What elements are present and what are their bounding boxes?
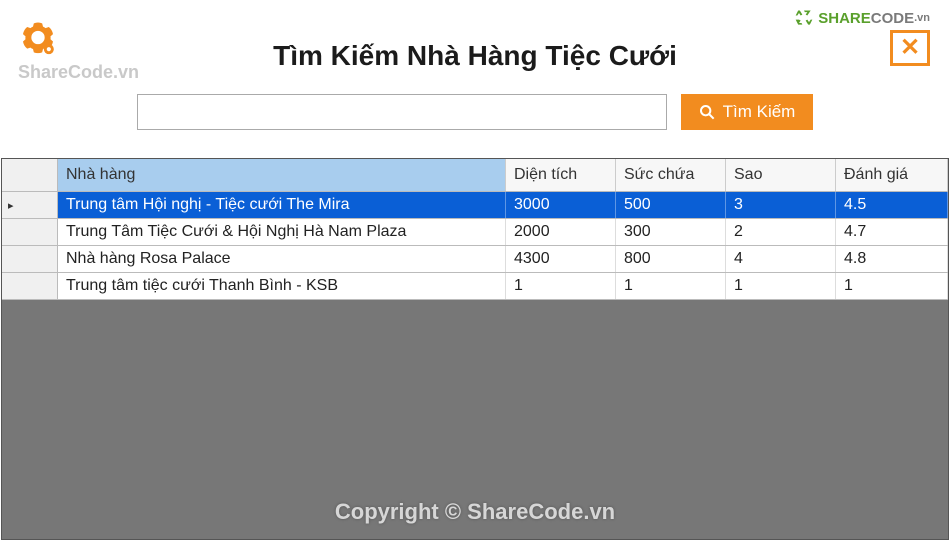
col-header-area[interactable]: Diện tích: [506, 159, 616, 191]
grid-body: ▸Trung tâm Hội nghị - Tiệc cưới The Mira…: [2, 192, 948, 300]
cell-star: 4: [726, 246, 836, 272]
logo-text-share: SHARE: [818, 10, 871, 27]
cell-star: 2: [726, 219, 836, 245]
cell-area: 4300: [506, 246, 616, 272]
cell-rating: 4.5: [836, 192, 948, 218]
row-indicator: [2, 219, 58, 245]
table-row[interactable]: Nhà hàng Rosa Palace430080044.8: [2, 246, 948, 273]
cell-name: Trung tâm Hội nghị - Tiệc cưới The Mira: [58, 192, 506, 218]
results-grid: Nhà hàng Diện tích Sức chứa Sao Đánh giá…: [1, 158, 949, 540]
col-header-rating[interactable]: Đánh giá: [836, 159, 948, 191]
col-header-name[interactable]: Nhà hàng: [58, 159, 506, 191]
cell-area: 3000: [506, 192, 616, 218]
search-button-label: Tìm Kiếm: [723, 102, 796, 122]
settings-gear-icon: [18, 20, 58, 60]
cell-star: 1: [726, 273, 836, 299]
cell-capacity: 500: [616, 192, 726, 218]
cell-capacity: 300: [616, 219, 726, 245]
recycle-icon: [794, 8, 814, 28]
search-button[interactable]: Tìm Kiếm: [681, 94, 814, 130]
row-indicator: ▸: [2, 192, 58, 218]
logo-text-code: CODE: [871, 10, 914, 27]
sharecode-logo: SHARECODE.vn: [794, 8, 930, 28]
cell-rating: 4.8: [836, 246, 948, 272]
watermark-top: ShareCode.vn: [18, 62, 139, 83]
cell-capacity: 1: [616, 273, 726, 299]
search-input[interactable]: [137, 94, 667, 130]
logo-text-vn: .vn: [914, 12, 930, 24]
grid-header-row: Nhà hàng Diện tích Sức chứa Sao Đánh giá: [2, 159, 948, 192]
cell-name: Trung Tâm Tiệc Cưới & Hội Nghị Hà Nam Pl…: [58, 219, 506, 245]
row-indicator: [2, 273, 58, 299]
cell-rating: 4.7: [836, 219, 948, 245]
col-header-capacity[interactable]: Sức chứa: [616, 159, 726, 191]
header: ShareCode.vn SHARECODE.vn ✕ Tìm Kiếm Nhà…: [0, 0, 950, 150]
table-row[interactable]: ▸Trung tâm Hội nghị - Tiệc cưới The Mira…: [2, 192, 948, 219]
row-indicator: [2, 246, 58, 272]
page-title: Tìm Kiếm Nhà Hàng Tiệc Cưới: [20, 40, 930, 72]
cell-name: Nhà hàng Rosa Palace: [58, 246, 506, 272]
cell-star: 3: [726, 192, 836, 218]
search-icon: [699, 104, 715, 120]
close-icon: ✕: [900, 36, 920, 60]
cell-name: Trung tâm tiệc cưới Thanh Bình - KSB: [58, 273, 506, 299]
table-row[interactable]: Trung Tâm Tiệc Cưới & Hội Nghị Hà Nam Pl…: [2, 219, 948, 246]
cell-area: 2000: [506, 219, 616, 245]
cell-area: 1: [506, 273, 616, 299]
close-button[interactable]: ✕: [890, 30, 930, 66]
table-row[interactable]: Trung tâm tiệc cưới Thanh Bình - KSB1111: [2, 273, 948, 300]
cell-rating: 1: [836, 273, 948, 299]
row-indicator-header: [2, 159, 58, 191]
cell-capacity: 800: [616, 246, 726, 272]
col-header-star[interactable]: Sao: [726, 159, 836, 191]
search-row: Tìm Kiếm: [20, 94, 930, 130]
